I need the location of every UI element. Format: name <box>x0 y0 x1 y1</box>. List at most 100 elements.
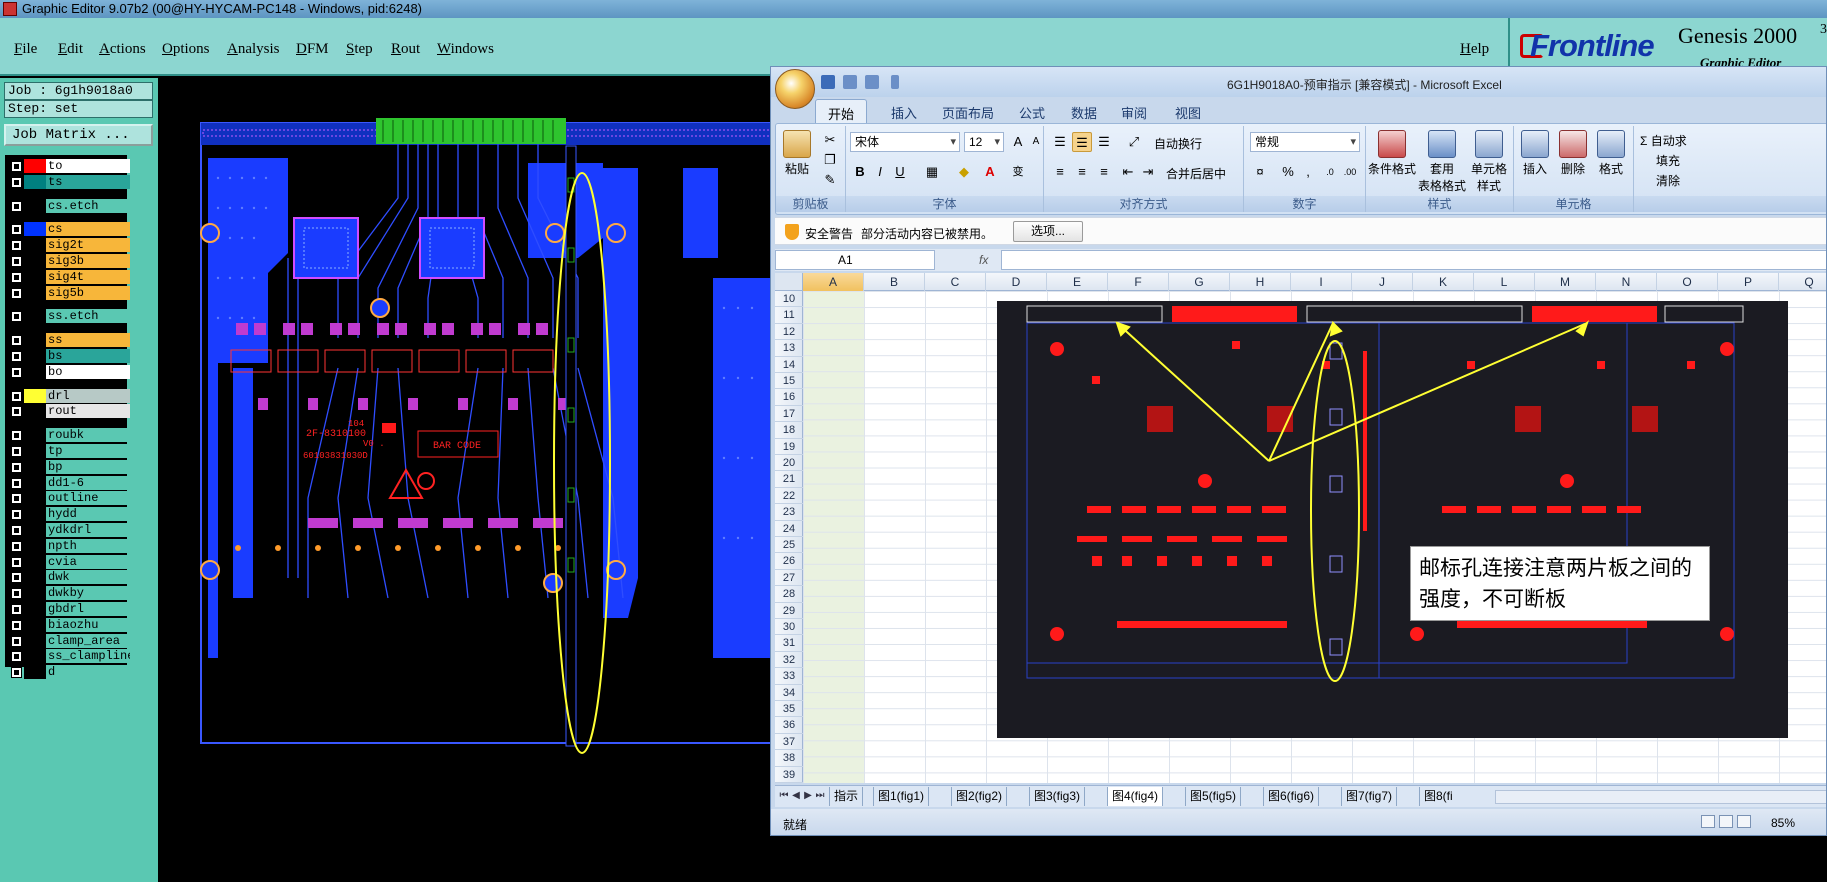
layer-name[interactable]: clamp_area <box>46 633 130 648</box>
pasted-pcb-image[interactable]: 邮标孔连接注意两片板之间的强度，不可断板 <box>997 301 1788 738</box>
row-header[interactable]: 12 <box>775 324 803 341</box>
column-header[interactable]: H <box>1230 273 1291 291</box>
sheet-tab-2[interactable]: 图2(fig2) <box>951 787 1008 806</box>
row-header[interactable]: 14 <box>775 357 803 373</box>
underline-button[interactable]: U <box>890 162 910 182</box>
layer-checkbox[interactable] <box>11 366 22 378</box>
row-header[interactable]: 13 <box>775 340 803 357</box>
layer-color-swatch[interactable] <box>24 649 46 664</box>
layer-checkbox[interactable] <box>11 556 22 568</box>
row-header[interactable]: 15 <box>775 373 803 390</box>
layer-color-swatch[interactable] <box>24 665 46 680</box>
row-header[interactable]: 33 <box>775 668 803 685</box>
layer-name[interactable]: bp <box>46 459 130 474</box>
bold-button[interactable]: B <box>850 162 870 182</box>
fill-button[interactable]: 填充 <box>1656 152 1680 169</box>
security-options-button[interactable]: 选项... <box>1013 221 1083 242</box>
layer-row[interactable]: ydkdrl <box>8 523 130 537</box>
layer-name[interactable]: d <box>46 665 130 680</box>
menu-step[interactable]: Step <box>346 41 373 58</box>
layer-checkbox[interactable] <box>11 635 22 647</box>
layer-row[interactable]: ss_clampline <box>8 649 130 664</box>
decrease-decimal-icon[interactable]: .00 <box>1340 162 1360 182</box>
layer-checkbox[interactable] <box>11 351 22 362</box>
column-header[interactable]: D <box>986 273 1047 291</box>
menu-edit[interactable]: Edit <box>58 41 83 58</box>
layer-name[interactable]: npth <box>46 538 130 553</box>
layer-color-swatch[interactable] <box>24 491 46 506</box>
copy-icon[interactable]: ❐ <box>820 150 840 170</box>
tab-page-layout[interactable]: 页面布局 <box>942 103 994 122</box>
layer-row[interactable]: cs.etch <box>8 198 130 213</box>
layer-color-swatch[interactable] <box>24 428 46 443</box>
menu-help[interactable]: Help <box>1460 41 1489 58</box>
font-size-combo[interactable]: 12 <box>964 132 1004 152</box>
layer-color-swatch[interactable] <box>24 586 46 601</box>
undo-icon[interactable] <box>843 75 857 89</box>
layer-row[interactable]: biaozhu <box>8 617 130 632</box>
menu-analysis[interactable]: Analysis <box>227 41 280 58</box>
layer-name[interactable]: gbdrl <box>46 602 130 616</box>
layer-checkbox[interactable] <box>11 525 22 536</box>
layer-checkbox[interactable] <box>11 446 22 457</box>
layer-name[interactable]: sig5b <box>46 285 130 300</box>
layer-name[interactable]: cvia <box>46 554 130 569</box>
align-middle-icon[interactable]: ☰ <box>1072 132 1092 152</box>
orientation-icon[interactable]: ⤢ <box>1124 132 1144 152</box>
layer-checkbox[interactable] <box>11 390 22 402</box>
menu-rout[interactable]: Rout <box>391 41 420 58</box>
page-break-view-icon[interactable] <box>1737 815 1751 828</box>
autosum-button[interactable]: Σ 自动求 <box>1640 132 1687 149</box>
phonetic-button[interactable]: 变 <box>1008 162 1028 182</box>
shrink-font-icon[interactable]: A <box>1026 132 1046 152</box>
layer-row[interactable]: roubk <box>8 428 130 443</box>
layer-color-swatch[interactable] <box>24 174 46 189</box>
layer-name[interactable]: biaozhu <box>46 617 130 632</box>
layer-checkbox[interactable] <box>11 406 22 418</box>
layer-row[interactable]: ss <box>8 333 130 348</box>
font-color-button[interactable]: A <box>980 162 1000 182</box>
layer-color-swatch[interactable] <box>24 523 46 537</box>
layer-color-swatch[interactable] <box>24 254 46 268</box>
layer-checkbox[interactable] <box>11 224 22 236</box>
layer-name[interactable]: to <box>46 159 130 173</box>
layer-color-swatch[interactable] <box>24 617 46 632</box>
layer-name[interactable]: ss_clampline <box>46 649 130 664</box>
job-matrix-button[interactable]: Job Matrix ... <box>4 124 153 146</box>
layer-row[interactable]: d <box>8 665 130 680</box>
insert-cells-button[interactable]: 插入 <box>1518 130 1552 177</box>
row-header[interactable]: 20 <box>775 455 803 472</box>
normal-view-icon[interactable] <box>1701 815 1715 828</box>
layer-color-swatch[interactable] <box>24 269 46 284</box>
column-header[interactable]: J <box>1352 273 1413 291</box>
layer-row[interactable]: dwk <box>8 570 130 585</box>
column-header[interactable]: L <box>1474 273 1535 291</box>
layer-row[interactable]: bs <box>8 349 130 363</box>
merge-center-button[interactable]: 合并后居中 <box>1166 165 1226 182</box>
layer-row[interactable]: to <box>8 159 130 173</box>
layer-row[interactable]: bp <box>8 459 130 474</box>
layer-name[interactable]: cs <box>46 222 130 237</box>
row-header[interactable]: 23 <box>775 504 803 521</box>
row-header[interactable]: 17 <box>775 406 803 423</box>
wrap-text-button[interactable]: 自动换行 <box>1154 135 1202 152</box>
row-header[interactable]: 31 <box>775 635 803 652</box>
column-header[interactable]: M <box>1535 273 1596 291</box>
delete-cells-button[interactable]: 删除 <box>1556 130 1590 177</box>
layer-color-swatch[interactable] <box>24 333 46 348</box>
layer-checkbox[interactable] <box>11 477 22 489</box>
row-header[interactable]: 26 <box>775 553 803 570</box>
first-sheet-icon[interactable]: ⏮ <box>779 789 789 803</box>
layer-color-swatch[interactable] <box>24 285 46 300</box>
tab-review[interactable]: 审阅 <box>1121 103 1147 122</box>
column-header[interactable]: O <box>1657 273 1718 291</box>
row-header[interactable]: 19 <box>775 439 803 455</box>
layer-color-swatch[interactable] <box>24 570 46 585</box>
row-header[interactable]: 34 <box>775 685 803 701</box>
format-as-table-button[interactable]: 套用 表格格式 <box>1418 130 1466 194</box>
layer-row[interactable]: gbdrl <box>8 602 130 616</box>
font-name-combo[interactable]: 宋体 <box>850 132 960 152</box>
italic-button[interactable]: I <box>870 162 890 182</box>
layer-name[interactable]: tp <box>46 444 130 458</box>
align-right-icon[interactable]: ≡ <box>1094 162 1114 182</box>
